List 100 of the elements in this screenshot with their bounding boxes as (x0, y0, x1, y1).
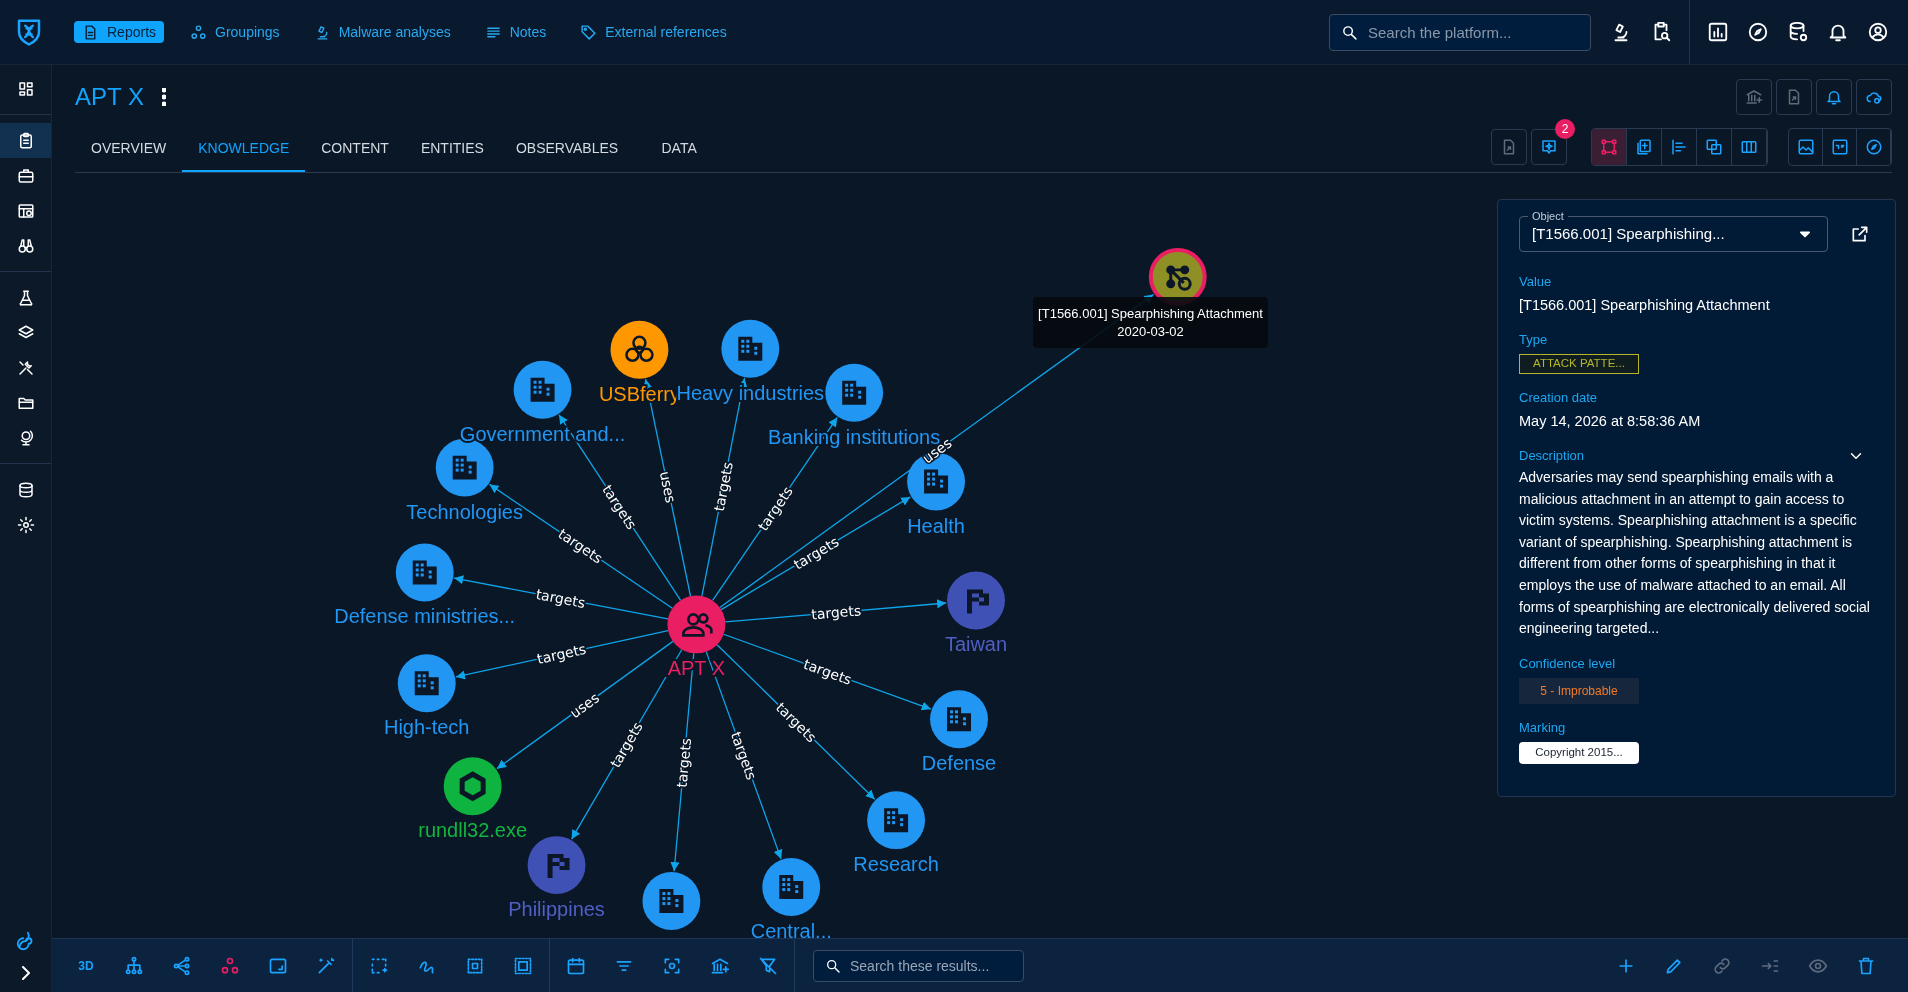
overlap-squares-icon (1705, 138, 1723, 156)
timeline-icon (1670, 138, 1688, 156)
building-node[interactable] (867, 791, 926, 850)
nav-tab[interactable]: External references (572, 21, 735, 43)
account-icon (1867, 21, 1889, 43)
circles-icon (190, 23, 208, 41)
building-node[interactable] (762, 858, 821, 917)
tooltip-date: 2020-03-02 (1117, 322, 1184, 341)
building-node[interactable] (930, 690, 988, 749)
type-tag: ATTACK PATTE... (1519, 354, 1639, 374)
node-label: Philippines (508, 898, 605, 921)
marking-chip: Copyright 2015... (1519, 741, 1639, 764)
people-node[interactable] (667, 595, 726, 654)
field-label: Confidence level (1519, 654, 1616, 673)
columns-icon (1740, 138, 1758, 156)
edge-label: targets (727, 729, 760, 782)
node-label: High-tech (384, 716, 470, 739)
edge-label: targets (810, 602, 862, 623)
field-label: Marking (1519, 718, 1566, 737)
building-node[interactable] (642, 872, 701, 930)
search-icon (825, 957, 841, 974)
settings-icon (16, 515, 35, 534)
report-title: APT X (75, 81, 144, 112)
magic-wand-icon (316, 955, 336, 976)
biohazard-node[interactable] (610, 320, 669, 379)
tag-icon (580, 23, 598, 41)
nav-tab[interactable]: Notes (476, 21, 555, 43)
edge-arrow[interactable] (712, 416, 838, 602)
building-node[interactable] (721, 319, 780, 378)
dashboard-icon (16, 79, 35, 98)
node-label: Health (907, 514, 965, 537)
edge-label: targets (673, 737, 695, 789)
tools-icon (16, 358, 35, 377)
field-value: [T1566.001] Spearphishing Attachment (1519, 296, 1771, 315)
action-button[interactable] (1856, 78, 1892, 115)
node-label: Central... (750, 920, 832, 938)
nav-tab[interactable]: Reports (74, 21, 165, 43)
bank-plus-icon (1745, 87, 1763, 106)
edge-arrow[interactable] (455, 629, 669, 680)
table-clock-icon (16, 201, 35, 220)
compass-icon (1747, 21, 1769, 43)
search-icon (1341, 23, 1358, 41)
open-button[interactable] (1850, 224, 1870, 244)
sparkle-chat-icon (1540, 138, 1558, 156)
image-icon (1796, 138, 1815, 156)
tab[interactable]: DATA (634, 127, 725, 172)
search-field[interactable]: Search these results... (813, 949, 1024, 982)
description-text: Adversaries may send spearphishing emails with a malicious attachment in an attempt to gain access to victim systems. Spearphishing attachment is a specific variant of spearphishing. Spearphishing attachment is different from other forms of spearphishing in that it employs the use of malware attached to an email. All forms of spearphishing are electronically delivered social engineering targeted... (1519, 468, 1871, 639)
view-mode-button[interactable] (1592, 129, 1627, 165)
share-nodes-icon (172, 955, 192, 976)
circles-icon (220, 955, 240, 976)
tab[interactable]: ENTITIES (404, 127, 500, 172)
edge-label: targets (710, 460, 736, 513)
node-label: Taiwan (944, 633, 1008, 656)
export-button[interactable] (1491, 129, 1527, 165)
edge-label: uses (656, 469, 679, 505)
building-node[interactable] (825, 363, 884, 422)
flag-node[interactable] (527, 836, 586, 895)
more-icon (161, 87, 166, 106)
filter-off-icon (758, 955, 778, 976)
tab[interactable]: OVERVIEW (75, 127, 183, 172)
briefcase-icon (16, 166, 35, 185)
tree-icon (124, 955, 144, 976)
nav-tab[interactable]: Groupings (182, 21, 288, 43)
binoculars-icon (16, 236, 35, 255)
mode-3d-button[interactable]: 3D (62, 945, 110, 986)
field-label: Value (1519, 273, 1552, 291)
flag-node[interactable] (947, 571, 1005, 630)
select-square-icon (513, 955, 533, 976)
node-label: Defense (921, 752, 997, 775)
building-node[interactable] (395, 543, 454, 602)
copy-plus-icon (1635, 138, 1653, 156)
chart-icon (1707, 21, 1729, 43)
database-gear-icon (1787, 21, 1809, 43)
action-button[interactable] (1816, 78, 1852, 115)
tab[interactable]: KNOWLEDGE (182, 127, 306, 172)
calendar-icon (566, 955, 586, 976)
database-icon (16, 480, 35, 499)
sidebar-button[interactable] (0, 123, 51, 158)
select-value: [T1566.001] Spearphishing... (1532, 223, 1726, 244)
edge-label: targets (535, 640, 588, 667)
edge-arrow[interactable] (724, 599, 947, 623)
building-node[interactable] (397, 654, 456, 713)
more-button[interactable] (161, 87, 166, 106)
node-label: Technologies (406, 500, 523, 523)
nav-tab[interactable]: Malware analyses (305, 21, 459, 43)
tab[interactable]: CONTENT (305, 127, 405, 172)
tab[interactable]: OBSERVABLES (499, 127, 635, 172)
expand-button[interactable] (21, 966, 30, 980)
confidence-tag: 5 - Improbable (1519, 677, 1639, 704)
node-label: rundll32.exe (418, 819, 528, 842)
count-badge: 2 (1555, 119, 1575, 139)
tooltip-title: [T1566.001] Spearphishing Attachment (1038, 304, 1263, 323)
search-field[interactable]: Search the platform... (1329, 13, 1591, 51)
document-badge-icon (1830, 138, 1849, 156)
building-node[interactable] (513, 360, 572, 419)
external-link-icon (1850, 224, 1870, 244)
field-label: Type (1519, 331, 1548, 349)
node-label: Government and... (459, 422, 626, 445)
field-label: Creation date (1519, 389, 1598, 407)
